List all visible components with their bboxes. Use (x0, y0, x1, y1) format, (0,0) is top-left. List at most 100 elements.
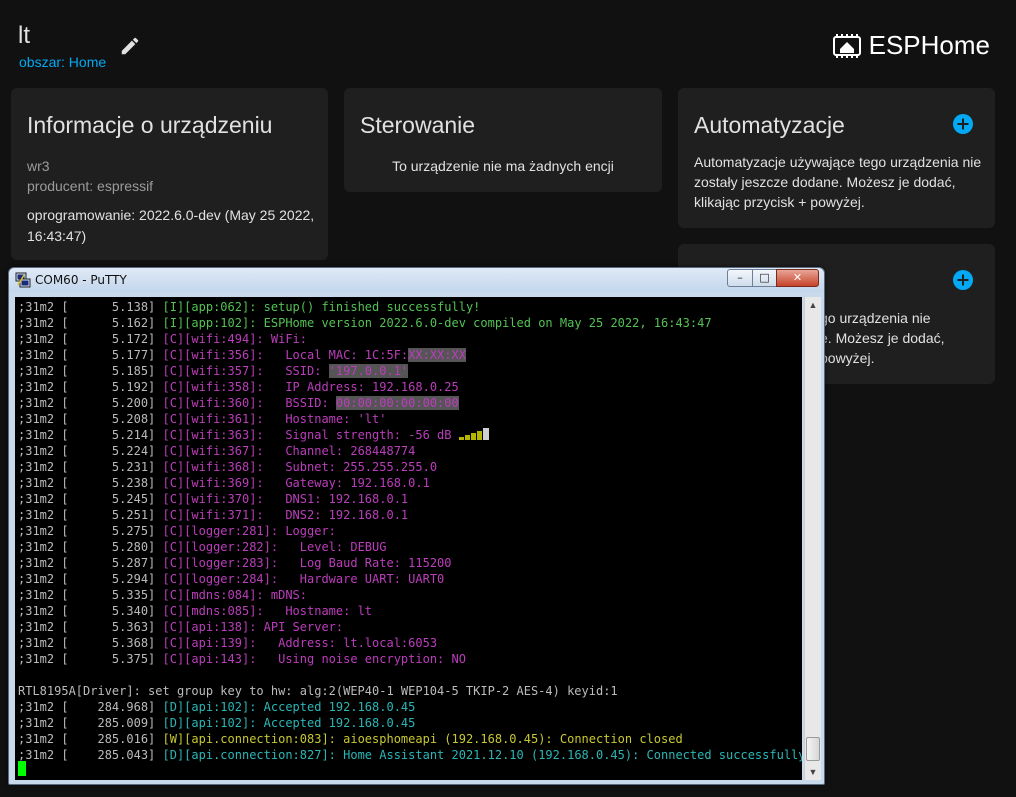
controls-empty-text: To urządzenie nie ma żadnych encji (392, 158, 614, 174)
log-tag: [D][api.connection:827]: (162, 748, 344, 762)
log-prefix: ;31m2 [ 5.363] (18, 620, 163, 634)
log-prefix: ;31m2 [ 5.192] (18, 380, 163, 394)
close-button[interactable]: ✕ (776, 269, 819, 287)
scenes-empty-text: go urządzenia nie e. Możesz je dodać, po… (820, 310, 945, 366)
terminal-line: ;31m2 [ 5.340] [C][mdns:085]: Hostname: … (18, 603, 372, 619)
log-tag: [C][wifi:368]: (162, 460, 271, 474)
log-prefix: ;31m2 [ 284.968] (18, 700, 163, 714)
log-message: WiFi: (270, 332, 307, 346)
device-model: wr3 (27, 158, 50, 174)
log-message: Hostname: 'lt' (270, 412, 387, 426)
putty-titlebar[interactable]: COM60 - PuTTY – □ ✕ (9, 268, 824, 292)
log-prefix: ;31m2 [ 285.043] (18, 748, 163, 762)
log-prefix: ;31m2 [ 5.162] (18, 316, 163, 330)
log-message: Hardware UART: UART0 (285, 572, 445, 586)
terminal-line: ;31m2 [ 5.192] [C][wifi:358]: IP Address… (18, 379, 459, 395)
log-prefix: ;31m2 [ 5.185] (18, 364, 163, 378)
log-message: Address: lt.local:6053 (263, 636, 438, 650)
log-prefix: ;31m2 [ 5.340] (18, 604, 163, 618)
terminal-output[interactable]: ;31m2 [ 5.138] [I][app:062]: setup() fin… (15, 297, 802, 780)
log-tag: [C][api:143]: (162, 652, 264, 666)
terminal-scrollbar[interactable]: ▲ ▼ (804, 297, 821, 780)
log-prefix: ;31m2 [ 5.224] (18, 444, 163, 458)
scroll-up-icon[interactable]: ▲ (805, 297, 821, 313)
log-message: mDNS: (270, 588, 307, 602)
device-info-card: Informacje o urządzeniu wr3 producent: e… (11, 88, 328, 260)
signal-bar (464, 435, 470, 440)
terminal-line: ;31m2 [ 5.185] [C][wifi:357]: SSID: '197… (18, 363, 409, 379)
log-tag: [C][wifi:369]: (162, 476, 271, 490)
log-tag: [C][logger:282]: (162, 540, 286, 554)
terminal-line: ;31m2 [ 5.251] [C][wifi:371]: DNS2: 192.… (18, 507, 408, 523)
terminal-line: ;31m2 [ 5.280] [C][logger:282]: Level: D… (18, 539, 386, 555)
automations-card: Automatyzacje Automatyzacje używające te… (678, 88, 995, 228)
terminal-line: ;31m2 [ 285.016] [W][api.connection:083]… (18, 731, 683, 747)
log-message: Signal strength: -56 dB (270, 428, 459, 442)
log-message: Channel: 268448774 (270, 444, 416, 458)
log-tag: [C][api:139]: (162, 636, 264, 650)
scroll-down-icon[interactable]: ▼ (805, 764, 821, 780)
log-prefix: ;31m2 [ 5.294] (18, 572, 163, 586)
log-tag: [C][wifi:363]: (162, 428, 271, 442)
controls-card: Sterowanie To urządzenie nie ma żadnych … (344, 88, 662, 192)
device-firmware: oprogramowanie: 2022.6.0-dev (May 25 202… (27, 207, 315, 244)
log-tag: [D][api:102]: (162, 716, 264, 730)
terminal-line: ;31m2 [ 5.200] [C][wifi:360]: BSSID: 00:… (18, 395, 459, 411)
log-message: Gateway: 192.168.0.1 (270, 476, 430, 490)
terminal-line: ;31m2 [ 5.275] [C][logger:281]: Logger: (18, 523, 336, 539)
signal-bar (482, 428, 489, 440)
maximize-button[interactable]: □ (752, 269, 777, 287)
log-prefix: ;31m2 [ 5.238] (18, 476, 163, 490)
log-prefix: ;31m2 [ 5.172] (18, 332, 163, 346)
automations-empty-text: Automatyzacje używające tego urządzenia … (694, 154, 982, 210)
log-message: Local MAC: 1C:5F: (270, 348, 409, 362)
log-message: IP Address: 192.168.0.25 (270, 380, 459, 394)
controls-title: Sterowanie (360, 112, 476, 138)
log-tag: [C][logger:281]: (162, 524, 286, 538)
log-tag: [C][logger:284]: (162, 572, 286, 586)
putty-window[interactable]: COM60 - PuTTY – □ ✕ ;31m2 [ 5.138] [I][a… (8, 267, 825, 785)
log-prefix: RTL8195A[Driver]: set group key to hw: a… (18, 684, 618, 698)
log-tag: [C][mdns:084]: (162, 588, 271, 602)
terminal-line: ;31m2 [ 284.968] [D][api:102]: Accepted … (18, 699, 415, 715)
log-prefix: ;31m2 [ 5.280] (18, 540, 163, 554)
log-tag: [C][wifi:358]: (162, 380, 271, 394)
log-prefix: ;31m2 [ 5.138] (18, 300, 163, 314)
log-message: Home Assistant 2021.12.10 (192.168.0.45)… (343, 748, 802, 762)
device-info-title: Informacje o urządzeniu (27, 112, 273, 138)
log-tag: [C][wifi:360]: (162, 396, 271, 410)
scrollbar-thumb[interactable] (806, 737, 820, 761)
signal-bar (458, 437, 464, 440)
log-message: API Server: (263, 620, 344, 634)
log-tag: [I][app:062]: (162, 300, 264, 314)
log-tag: [C][wifi:494]: (162, 332, 271, 346)
pencil-icon[interactable] (119, 35, 141, 57)
log-tag: [C][mdns:085]: (162, 604, 271, 618)
log-message: setup() finished successfully! (263, 300, 481, 314)
log-prefix: ;31m2 [ 285.009] (18, 716, 163, 730)
log-message: SSID: (270, 364, 329, 378)
minimize-button[interactable]: – (727, 269, 753, 287)
redacted-value: XX:XX:XX (408, 348, 466, 362)
log-tag: [C][logger:283]: (162, 556, 286, 570)
log-tag: [C][wifi:357]: (162, 364, 271, 378)
log-tag: [C][wifi:356]: (162, 348, 271, 362)
log-tag: [C][wifi:370]: (162, 492, 271, 506)
brand-name: ESPHome (868, 30, 990, 60)
terminal-line: ;31m2 [ 5.208] [C][wifi:361]: Hostname: … (18, 411, 386, 427)
log-message: Accepted 192.168.0.45 (263, 716, 416, 730)
terminal-line: ;31m2 [ 5.375] [C][api:143]: Using noise… (18, 651, 466, 667)
terminal-line: ;31m2 [ 5.238] [C][wifi:369]: Gateway: 1… (18, 475, 430, 491)
log-tag: [D][api:102]: (162, 700, 264, 714)
log-message: Hostname: lt (270, 604, 373, 618)
terminal-line: ;31m2 [ 5.231] [C][wifi:368]: Subnet: 25… (18, 459, 437, 475)
esphome-brand: ESPHome (831, 30, 990, 61)
add-scene-icon[interactable] (952, 269, 974, 291)
log-prefix: ;31m2 [ 5.368] (18, 636, 163, 650)
terminal-line: ;31m2 [ 285.009] [D][api:102]: Accepted … (18, 715, 415, 731)
log-prefix: ;31m2 [ 5.208] (18, 412, 163, 426)
add-automation-icon[interactable] (952, 113, 974, 135)
terminal-line: ;31m2 [ 5.335] [C][mdns:084]: mDNS: (18, 587, 307, 603)
area-link[interactable]: obszar: Home (19, 54, 106, 70)
log-prefix: ;31m2 [ 5.287] (18, 556, 163, 570)
